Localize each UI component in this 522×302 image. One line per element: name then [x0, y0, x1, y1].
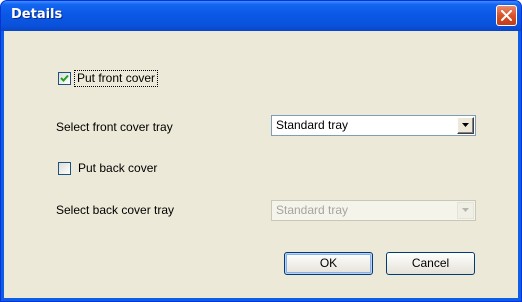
front-tray-label: Select front cover tray — [56, 120, 173, 134]
front-cover-checkbox[interactable] — [58, 72, 71, 85]
back-tray-label: Select back cover tray — [56, 203, 175, 217]
cancel-button[interactable]: Cancel — [386, 252, 475, 275]
front-tray-value: Standard tray — [276, 118, 349, 132]
close-button[interactable] — [496, 5, 517, 26]
front-tray-select[interactable]: Standard tray — [271, 115, 476, 136]
back-tray-value: Standard tray — [276, 203, 349, 217]
title-bar[interactable]: Details — [1, 1, 521, 31]
back-tray-select[interactable]: Standard tray — [271, 200, 476, 221]
dialog-body: Put front cover Select front cover tray … — [4, 31, 518, 298]
ok-button[interactable]: OK — [284, 252, 373, 275]
back-tray-dropdown-button[interactable] — [457, 202, 474, 219]
back-cover-label[interactable]: Put back cover — [78, 161, 157, 175]
front-tray-dropdown-button[interactable] — [457, 117, 474, 134]
front-cover-label[interactable]: Put front cover — [74, 70, 159, 87]
back-cover-checkbox[interactable] — [58, 162, 71, 175]
dialog-title: Details — [11, 7, 63, 22]
details-dialog: Details Put front cover Select front cov… — [0, 0, 522, 302]
